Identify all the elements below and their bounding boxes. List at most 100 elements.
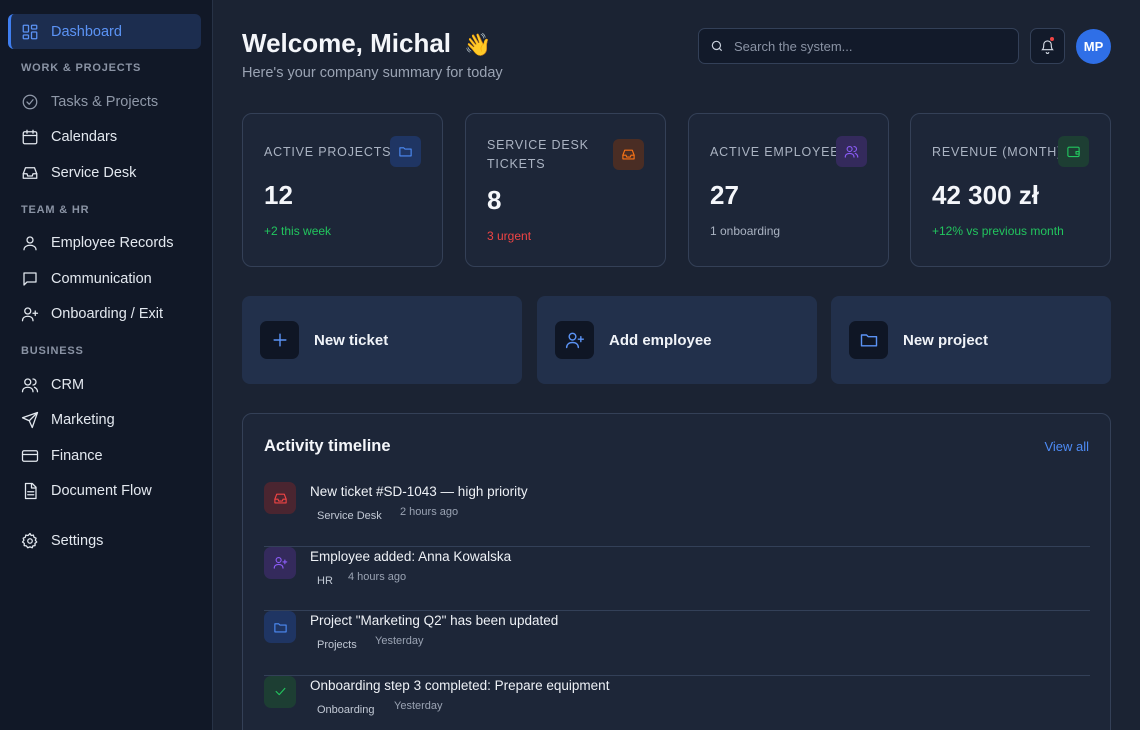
new-project-button[interactable]: New project — [831, 296, 1111, 384]
stat-label: ACTIVE PROJECTS — [264, 145, 392, 159]
sidebar-item-label: Marketing — [51, 412, 115, 429]
action-label: New ticket — [314, 331, 389, 349]
send-icon — [21, 411, 39, 429]
sidebar-item-tasks-projects[interactable]: Tasks & Projects — [0, 84, 201, 120]
sidebar-item-document-flow[interactable]: Document Flow — [0, 474, 201, 510]
timeline-item[interactable]: Project "Marketing Q2" has been updated … — [264, 611, 1090, 676]
stat-card-active-projects: ACTIVE PROJECTS 12 +2 this week — [242, 113, 443, 267]
sidebar-item-onboarding-exit[interactable]: Onboarding / Exit — [0, 297, 201, 333]
search-icon — [711, 40, 723, 52]
stat-label: SERVICE DESK TICKETS — [487, 138, 589, 171]
sidebar-item-finance[interactable]: Finance — [0, 438, 201, 474]
sidebar-item-employee-records[interactable]: Employee Records — [0, 226, 201, 262]
sidebar-item-label: Document Flow — [51, 483, 152, 500]
inbox-icon — [264, 482, 296, 514]
users-icon — [836, 136, 867, 167]
new-ticket-button[interactable]: New ticket — [242, 296, 522, 384]
plus-icon — [260, 321, 299, 359]
sidebar-item-dashboard[interactable]: Dashboard — [8, 14, 201, 49]
stat-card-revenue: REVENUE (MONTH) 42 300 zł +12% vs previo… — [910, 113, 1111, 267]
inbox-icon — [21, 164, 39, 182]
add-employee-button[interactable]: Add employee — [537, 296, 817, 384]
avatar[interactable]: MP — [1076, 29, 1111, 64]
timeline-title: Activity timeline — [264, 437, 391, 455]
stat-note: 3 urgent — [487, 229, 532, 243]
folder-icon — [390, 136, 421, 167]
page-subtitle: Here's your company summary for today — [242, 65, 503, 81]
sidebar-item-label: Settings — [51, 532, 104, 549]
timeline-time: 2 hours ago — [400, 506, 459, 518]
dashboard-icon — [21, 23, 39, 41]
user-icon — [21, 234, 39, 252]
gear-icon — [21, 532, 39, 550]
timeline-item[interactable]: Employee added: Anna Kowalska HR 4 hours… — [264, 546, 1090, 611]
timeline-item[interactable]: Onboarding step 3 completed: Prepare equ… — [264, 675, 1090, 730]
notification-badge — [1050, 37, 1054, 41]
sidebar-item-label: Onboarding / Exit — [51, 306, 164, 323]
sidebar-item-crm[interactable]: CRM — [0, 367, 201, 403]
timeline-time: 4 hours ago — [348, 570, 407, 583]
search-box[interactable] — [698, 28, 1019, 64]
stat-value: 12 — [264, 180, 293, 210]
action-label: New project — [903, 331, 989, 349]
document-icon — [21, 482, 39, 500]
sidebar-item-label: Service Desk — [51, 164, 137, 181]
sidebar-item-label: Communication — [51, 270, 152, 287]
message-icon — [21, 270, 39, 288]
stat-note: +2 this week — [264, 224, 332, 238]
main-content: Welcome, Michal 👋 Here's your company su… — [213, 0, 1140, 730]
credit-card-icon — [21, 447, 39, 465]
page-title: Welcome, Michal 👋 — [242, 28, 492, 59]
timeline-tag: Service Desk — [317, 510, 382, 522]
sidebar-item-label: Tasks & Projects — [51, 93, 159, 110]
welcome-text: Welcome, Michal — [242, 28, 452, 58]
sidebar-item-label: Employee Records — [51, 235, 174, 252]
timeline-tag: Onboarding — [317, 703, 375, 716]
timeline-tag: HR — [317, 574, 333, 587]
stat-value: 8 — [487, 185, 502, 215]
user-plus-icon — [21, 305, 39, 323]
sidebar-item-communication[interactable]: Communication — [0, 261, 201, 297]
stat-note: 1 onboarding — [710, 224, 781, 238]
section-title-work: WORK & PROJECTS — [21, 62, 142, 74]
activity-timeline: Activity timeline View all New ticket #S… — [242, 413, 1111, 730]
section-title-business: BUSINESS — [21, 345, 84, 357]
stat-card-service-desk: SERVICE DESK TICKETS 8 3 urgent — [465, 113, 666, 267]
sidebar: Dashboard WORK & PROJECTS Tasks & Projec… — [0, 0, 213, 730]
check-icon — [264, 675, 296, 708]
timeline-time: Yesterday — [394, 699, 443, 712]
stat-value: 42 300 zł — [932, 180, 1039, 210]
user-plus-icon — [555, 321, 594, 359]
timeline-text: Onboarding step 3 completed: Prepare equ… — [310, 677, 610, 693]
waving-hand-emoji: 👋 — [464, 32, 492, 57]
sidebar-item-service-desk[interactable]: Service Desk — [0, 155, 201, 191]
user-plus-icon — [264, 546, 296, 579]
calendar-icon — [21, 128, 39, 146]
timeline-text: New ticket #SD-1043 — high priority — [310, 484, 528, 499]
sidebar-item-label: Finance — [51, 447, 103, 464]
sidebar-item-calendars[interactable]: Calendars — [0, 120, 201, 156]
stat-card-active-employees: ACTIVE EMPLOYEES 27 1 onboarding — [688, 113, 889, 267]
stat-value: 27 — [710, 180, 739, 210]
stat-note: +12% vs previous month — [932, 224, 1064, 238]
sidebar-item-label: CRM — [51, 376, 85, 393]
view-all-link[interactable]: View all — [1044, 439, 1089, 454]
sidebar-item-marketing[interactable]: Marketing — [0, 403, 201, 439]
folder-icon — [264, 611, 296, 643]
inbox-icon — [613, 139, 644, 170]
timeline-text: Project "Marketing Q2" has been updated — [310, 613, 559, 628]
timeline-item[interactable]: New ticket #SD-1043 — high priority Serv… — [264, 482, 1090, 547]
sidebar-item-label: Dashboard — [51, 23, 122, 40]
action-label: Add employee — [609, 331, 712, 349]
check-circle-icon — [21, 93, 39, 111]
users-icon — [21, 376, 39, 394]
timeline-text: Employee added: Anna Kowalska — [310, 548, 512, 564]
wallet-icon — [1058, 136, 1089, 167]
notifications-button[interactable] — [1030, 28, 1065, 64]
timeline-time: Yesterday — [375, 635, 424, 647]
sidebar-item-settings[interactable]: Settings — [0, 523, 201, 559]
timeline-tag: Projects — [317, 639, 357, 651]
sidebar-item-label: Calendars — [51, 129, 118, 146]
search-input[interactable] — [734, 38, 994, 54]
section-title-team: TEAM & HR — [21, 203, 90, 216]
